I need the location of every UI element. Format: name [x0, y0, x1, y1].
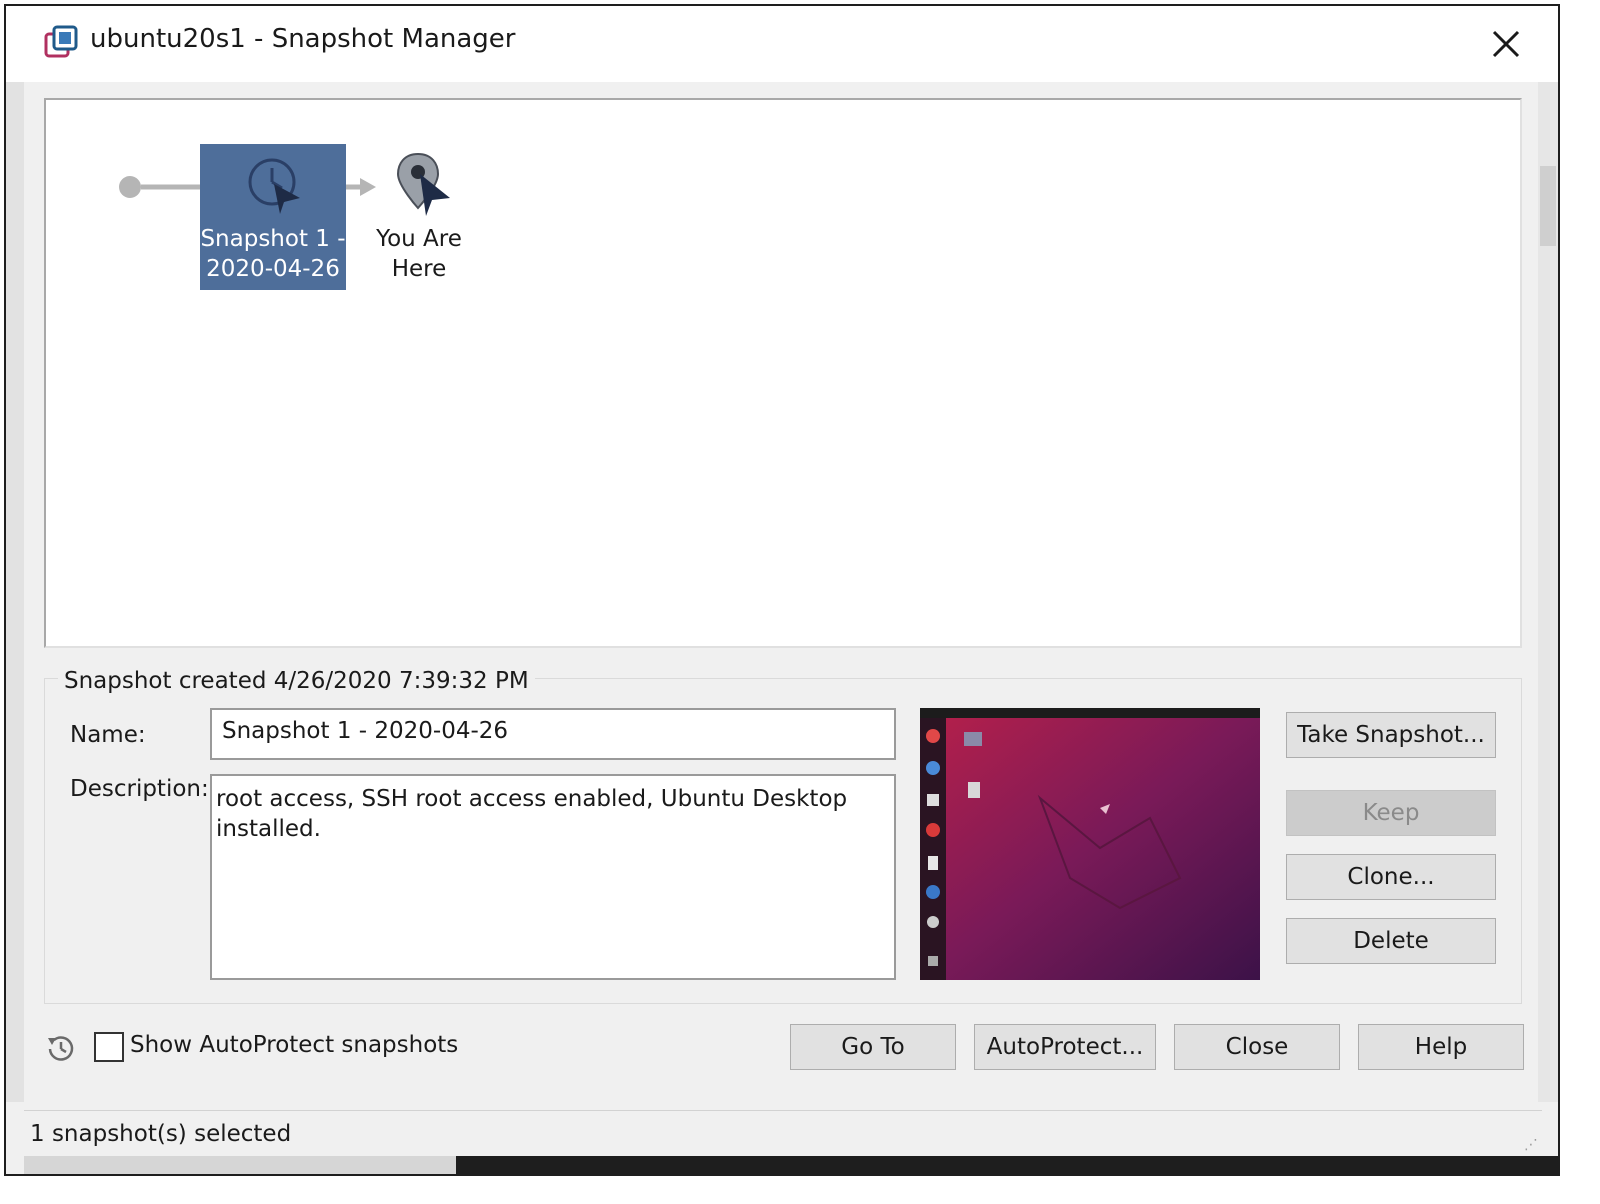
you-are-here-node[interactable]: You Are Here [364, 148, 474, 288]
keep-button[interactable]: Keep [1286, 790, 1496, 836]
snapshot-node[interactable]: Snapshot 1 - 2020-04-26 [200, 144, 346, 290]
location-pin-icon [396, 152, 450, 216]
ubuntu-desktop-screenshot [920, 708, 1260, 980]
clock-icon [248, 158, 300, 214]
status-text: 1 snapshot(s) selected [30, 1121, 292, 1147]
snapshot-created-label: Snapshot created 4/26/2020 7:39:32 PM [58, 668, 535, 694]
show-autoprotect-checkbox[interactable] [94, 1032, 124, 1062]
close-icon[interactable] [1484, 22, 1528, 66]
name-field[interactable]: Snapshot 1 - 2020-04-26 [210, 708, 896, 760]
help-button[interactable]: Help [1358, 1024, 1524, 1070]
vertical-scrollbar[interactable] [1538, 82, 1558, 1102]
description-field[interactable]: root access, SSH root access enabled, Ub… [210, 774, 896, 980]
title-bar: ubuntu20s1 - Snapshot Manager [6, 6, 1558, 82]
left-window-edge [6, 82, 24, 1102]
resize-grip-icon[interactable]: ⋰ [1524, 1137, 1538, 1153]
snapshot-manager-window: ubuntu20s1 - Snapshot Manager Snapshot 1… [4, 4, 1560, 1176]
delete-button[interactable]: Delete [1286, 918, 1496, 964]
clone-button[interactable]: Clone... [1286, 854, 1496, 900]
history-icon [48, 1036, 74, 1061]
name-label: Name: [70, 722, 146, 748]
status-bar: 1 snapshot(s) selected ⋰ [24, 1110, 1542, 1157]
snapshot-tree[interactable]: Snapshot 1 - 2020-04-26 You Are Here [44, 98, 1522, 648]
snapshot-node-label: Snapshot 1 - 2020-04-26 [200, 226, 346, 282]
autoprotect-button[interactable]: AutoProtect... [974, 1024, 1156, 1070]
window-title: ubuntu20s1 - Snapshot Manager [90, 24, 516, 54]
description-label: Description: [70, 776, 209, 802]
take-snapshot-button[interactable]: Take Snapshot... [1286, 712, 1496, 758]
bottom-edge [24, 1156, 456, 1174]
snapshot-manager-icon [44, 25, 78, 58]
snapshot-thumbnail [920, 708, 1260, 980]
scrollbar-thumb[interactable] [1540, 166, 1556, 246]
go-to-button[interactable]: Go To [790, 1024, 956, 1070]
bottom-border [456, 1156, 1558, 1174]
show-autoprotect-label[interactable]: Show AutoProtect snapshots [130, 1032, 458, 1058]
close-button[interactable]: Close [1174, 1024, 1340, 1070]
root-node-dot [119, 176, 141, 198]
you-are-here-label: You Are Here [376, 226, 462, 282]
